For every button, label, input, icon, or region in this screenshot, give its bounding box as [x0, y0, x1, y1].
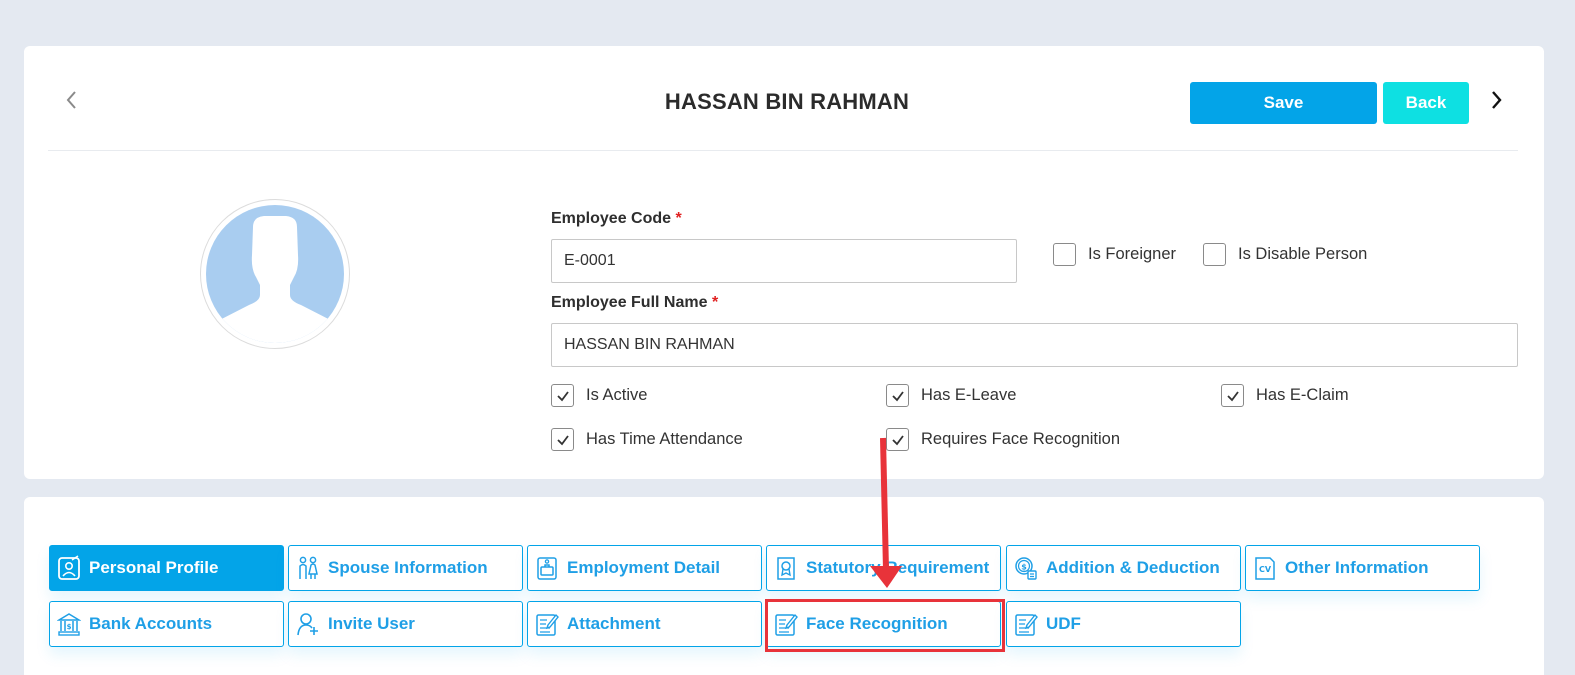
- tab-label: Spouse Information: [328, 558, 488, 577]
- tab-label: Other Information: [1285, 558, 1429, 577]
- checkmark-icon[interactable]: [886, 428, 909, 451]
- cv-icon: CV: [1255, 557, 1275, 580]
- svg-text:CV: CV: [1259, 565, 1272, 574]
- tab-spouse-information[interactable]: Spouse Information: [288, 545, 523, 591]
- is-disable-person-checkbox[interactable]: Is Disable Person: [1203, 243, 1367, 266]
- checkbox-label: Is Foreigner: [1088, 245, 1177, 263]
- tab-label: Employment Detail: [567, 558, 721, 577]
- avatar[interactable]: [200, 199, 350, 349]
- tab-label: Statutory Requirement: [806, 558, 990, 577]
- has-time-attendance-checkbox[interactable]: Has Time Attendance: [551, 428, 743, 451]
- is-active-checkbox[interactable]: Is Active: [551, 384, 647, 407]
- full-name-label: Employee Full Name *: [551, 294, 718, 312]
- has-e-claim-checkbox[interactable]: Has E-Claim: [1221, 384, 1349, 407]
- checkbox-label: Is Active: [586, 386, 648, 404]
- previous-record-chevron-left-icon[interactable]: [62, 88, 82, 112]
- tab-other-information[interactable]: CV Other Information: [1245, 545, 1480, 591]
- tab-label: UDF: [1046, 614, 1081, 633]
- money-icon: $: [1015, 557, 1037, 580]
- personal-profile-icon: [58, 555, 80, 580]
- checkbox-label: Has E-Leave: [921, 386, 1017, 404]
- tab-label: Addition & Deduction: [1046, 558, 1220, 577]
- tab-label: Personal Profile: [89, 558, 219, 577]
- checkmark-icon[interactable]: [551, 384, 574, 407]
- tab-personal-profile[interactable]: Personal Profile: [49, 545, 284, 591]
- document-edit-icon: [536, 613, 559, 636]
- svg-text:$: $: [1021, 563, 1027, 572]
- statutory-icon: [777, 557, 795, 580]
- full-name-input[interactable]: [551, 323, 1518, 367]
- page-title: HASSAN BIN RAHMAN: [664, 89, 910, 114]
- tab-udf[interactable]: UDF: [1006, 601, 1241, 647]
- tab-attachment[interactable]: Attachment: [527, 601, 762, 647]
- has-e-leave-checkbox[interactable]: Has E-Leave: [886, 384, 1016, 407]
- document-edit-icon: [775, 613, 798, 636]
- tab-statutory-requirement[interactable]: Statutory Requirement: [766, 545, 1001, 591]
- document-edit-icon: [1015, 613, 1038, 636]
- tab-bank-accounts[interactable]: $ Bank Accounts: [49, 601, 284, 647]
- tab-face-recognition[interactable]: Face Recognition: [766, 601, 1001, 647]
- is-foreigner-checkbox[interactable]: Is Foreigner: [1053, 243, 1176, 266]
- full-name-label-text: Employee Full Name: [551, 294, 708, 311]
- required-marker: *: [675, 210, 682, 227]
- employment-icon: [537, 557, 557, 580]
- tab-invite-user[interactable]: Invite User: [288, 601, 523, 647]
- svg-text:$: $: [67, 623, 72, 631]
- employee-code-input[interactable]: [551, 239, 1017, 283]
- profile-tabs-card: Personal Profile Spouse Information Empl…: [24, 497, 1544, 675]
- tab-employment-detail[interactable]: Employment Detail: [527, 545, 762, 591]
- header-divider: [48, 150, 1518, 151]
- save-button[interactable]: Save: [1190, 82, 1377, 124]
- checkbox-label: Has E-Claim: [1256, 386, 1349, 404]
- user-silhouette-icon: [206, 205, 344, 343]
- checkbox-label: Requires Face Recognition: [921, 430, 1121, 448]
- tab-label: Attachment: [567, 614, 661, 633]
- tab-label: Invite User: [328, 614, 415, 633]
- spouse-icon: [299, 556, 318, 579]
- checkbox-label: Is Disable Person: [1238, 245, 1368, 263]
- requires-face-recognition-checkbox[interactable]: Requires Face Recognition: [886, 428, 1120, 451]
- checkbox-box[interactable]: [1203, 243, 1226, 266]
- checkbox-box[interactable]: [1053, 243, 1076, 266]
- tab-label: Face Recognition: [806, 614, 948, 633]
- checkmark-icon[interactable]: [886, 384, 909, 407]
- tab-addition-deduction[interactable]: $ Addition & Deduction: [1006, 545, 1241, 591]
- back-button[interactable]: Back: [1383, 82, 1469, 124]
- checkbox-label: Has Time Attendance: [586, 430, 743, 448]
- employee-code-label: Employee Code *: [551, 210, 682, 228]
- checkmark-icon[interactable]: [551, 428, 574, 451]
- checkmark-icon[interactable]: [1221, 384, 1244, 407]
- next-record-chevron-right-icon[interactable]: [1486, 88, 1506, 112]
- employee-code-label-text: Employee Code: [551, 210, 672, 227]
- add-user-icon: [297, 613, 318, 636]
- employee-header-card: HASSAN BIN RAHMAN Save Back Employee Cod…: [24, 46, 1544, 479]
- bank-icon: $: [57, 613, 81, 636]
- required-marker: *: [711, 294, 719, 311]
- tab-label: Bank Accounts: [89, 614, 213, 633]
